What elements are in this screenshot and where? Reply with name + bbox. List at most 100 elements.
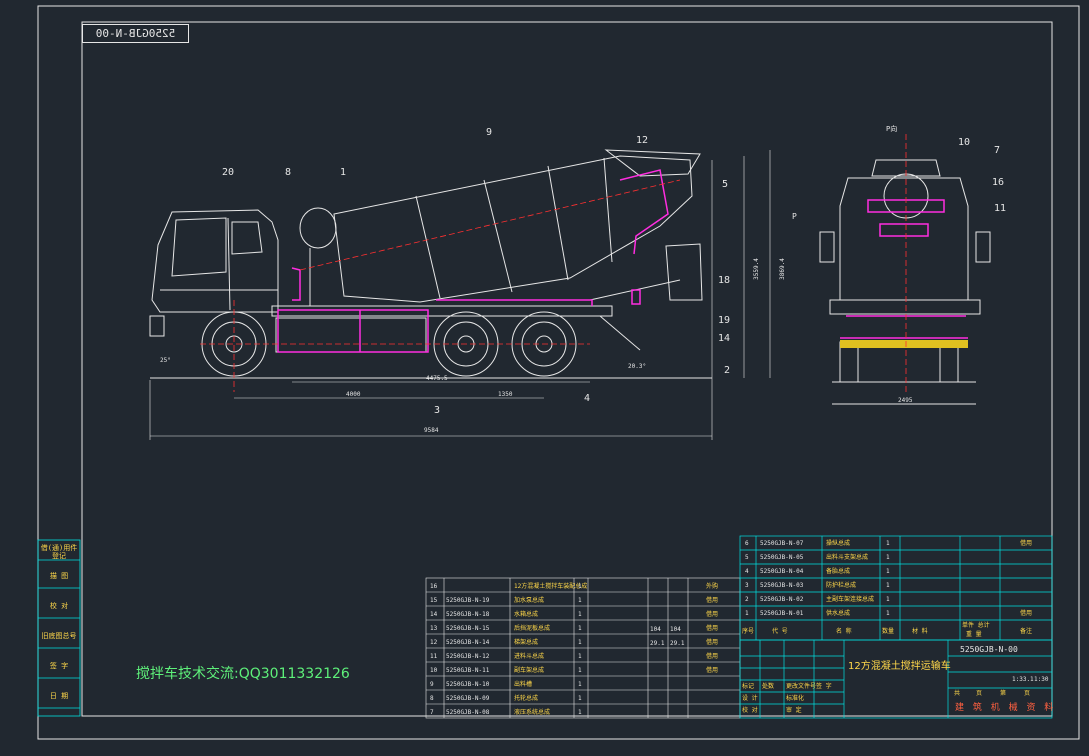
part-weight-single: 104: [650, 626, 661, 633]
part-note: 借用: [1020, 610, 1033, 617]
part-no: 13: [430, 625, 438, 632]
part-code: 5250GJB-N-11: [446, 667, 490, 674]
title-ratio: 1:30: [1034, 676, 1049, 683]
dim-3559: 3559.4: [752, 258, 760, 280]
dimension-lines: [149, 150, 771, 440]
part-name: 出料槽: [514, 681, 533, 688]
callout-1: 1: [340, 167, 347, 178]
angle-20: 20.3°: [628, 363, 647, 370]
qq-watermark: 搅拌车技术交流:QQ3011332126: [136, 666, 350, 682]
side-cell-2: 校 对: [49, 602, 69, 610]
part-code: 5250GJB-N-08: [446, 709, 490, 716]
part-code: 5250GJB-N-18: [446, 611, 490, 618]
truck-rear-view: [819, 159, 991, 405]
header-note: 备注: [1020, 628, 1033, 635]
part-no: 3: [745, 582, 749, 589]
part-name: 托轮总成: [514, 695, 539, 702]
dim-3869: 3869.4: [778, 258, 786, 280]
side-cell-0: 借(通)用件登记: [40, 544, 78, 560]
part-note: 借用: [706, 667, 719, 674]
part-weight-total: 29.1: [670, 640, 685, 647]
callout-14: 14: [718, 333, 731, 344]
callout-9: 9: [486, 127, 493, 138]
part-name: 液压系统总成: [514, 709, 551, 716]
callout-18: 18: [718, 275, 731, 286]
dim-1350: 1350: [498, 391, 513, 398]
callout-20: 20: [222, 167, 235, 178]
dim-2495: 2495: [898, 397, 913, 404]
side-cell-3: 旧底图总号: [41, 632, 77, 640]
part-no: 14: [430, 611, 438, 618]
part-code: 5250GJB-N-15: [446, 625, 490, 632]
part-qty: 1: [578, 583, 582, 590]
part-no: 4: [745, 568, 749, 575]
part-qty: 1: [578, 667, 582, 674]
drawing-svg: [37, 5, 1080, 740]
part-code: 5250GJB-N-02: [760, 596, 804, 603]
part-code: 5250GJB-N-12: [446, 653, 490, 660]
tb-label-approve: 审 定: [786, 707, 802, 714]
part-qty: 1: [886, 582, 890, 589]
part-code: 5250GJB-N-10: [446, 681, 490, 688]
part-qty: 1: [578, 653, 582, 660]
part-code: 5250GJB-N-14: [446, 639, 490, 646]
project-title: 12方混凝土搅拌运输车: [848, 661, 951, 672]
part-name: 进料斗总成: [514, 653, 545, 660]
part-qty: 1: [578, 681, 582, 688]
part-name: 备胎总成: [826, 568, 851, 575]
part-name: 副车架总成: [514, 667, 545, 674]
tb-label-count: 处数: [762, 683, 775, 690]
part-no: 15: [430, 597, 438, 604]
part-qty: 1: [578, 695, 582, 702]
part-no: 7: [430, 709, 434, 716]
tb-label-changedoc: 更改文件号: [786, 683, 817, 690]
part-no: 8: [430, 695, 434, 702]
side-cell-4: 签 字: [49, 662, 69, 670]
part-weight-single: 29.1: [650, 640, 665, 647]
header-name: 名 称: [836, 628, 852, 635]
part-no: 1: [745, 610, 749, 617]
part-name: 主副车架连接总成: [826, 596, 875, 603]
tb-label-mark: 标记: [742, 683, 755, 690]
callout-7: 7: [994, 145, 1001, 156]
tb-label-page2: 页: [1024, 690, 1031, 697]
callout-16: 16: [992, 177, 1005, 188]
dim-4475: 4475.5: [426, 375, 448, 382]
part-note: 借用: [706, 625, 719, 632]
title-scale: 1:33.1: [1012, 676, 1034, 683]
side-cell-5: 日 期: [49, 692, 69, 700]
part-name: 出料斗支架总成: [826, 554, 869, 561]
part-no: 10: [430, 667, 438, 674]
part-no: 2: [745, 596, 749, 603]
part-qty: 1: [886, 540, 890, 547]
part-qty: 1: [578, 639, 582, 646]
part-qty: 1: [578, 709, 582, 716]
callout-19: 19: [718, 315, 731, 326]
cad-drawing: 5250GJB-N-00 20 8 1 9 12 5 18 19 14 2 4 …: [0, 0, 1089, 756]
part-no: 5: [745, 554, 749, 561]
title-code: 5250GJB-N-00: [960, 645, 1018, 654]
part-qty: 1: [886, 610, 890, 617]
header-code: 代 号: [772, 628, 788, 635]
part-note: 借用: [706, 597, 719, 604]
part-name: 梯架总成: [514, 639, 539, 646]
callout-12: 12: [636, 135, 649, 146]
part-code: 5250GJB-N-07: [760, 540, 804, 547]
company-name: 建 筑 机 械 资 料: [955, 703, 1057, 713]
part-code: 5250GJB-N-09: [446, 695, 490, 702]
part-name: 供水总成: [826, 610, 851, 617]
tb-label-design: 设 计: [742, 695, 758, 702]
header-weight: 单件 总计: [962, 622, 990, 629]
part-no: 12: [430, 639, 438, 646]
part-code: 5250GJB-N-05: [760, 554, 804, 561]
callout-4: 4: [584, 393, 591, 404]
callout-8: 8: [285, 167, 292, 178]
part-no: 16: [430, 583, 438, 590]
header-no: 序号: [742, 628, 755, 635]
side-cell-1: 描 图: [49, 572, 69, 580]
drawing-code-box: 5250GJB-N-00: [82, 24, 189, 43]
part-note: 借用: [706, 611, 719, 618]
part-no: 6: [745, 540, 749, 547]
side-table-grid: [37, 539, 81, 717]
part-code: 5250GJB-N-03: [760, 582, 804, 589]
